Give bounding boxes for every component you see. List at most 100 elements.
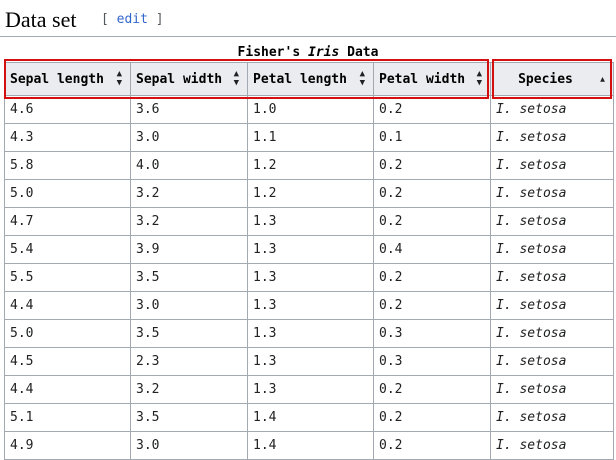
table-row: 5.1 3.5 1.4 0.2 I. setosa — [4, 403, 614, 432]
cell-petal-width: 0.2 — [373, 207, 491, 236]
cell-species: I. setosa — [490, 95, 614, 124]
column-header-sepal-length[interactable]: Sepal length ▲ ▼ — [4, 62, 131, 96]
heading-divider — [0, 36, 616, 37]
cell-petal-width: 0.2 — [373, 151, 491, 180]
cell-petal-length: 1.2 — [247, 151, 374, 180]
table-row: 4.6 3.6 1.0 0.2 I. setosa — [4, 95, 614, 124]
table-row: 5.4 3.9 1.3 0.4 I. setosa — [4, 235, 614, 264]
table-caption: Fisher's Iris Data — [0, 45, 616, 60]
edit-bracket-open: [ — [101, 12, 117, 27]
table-row: 5.0 3.2 1.2 0.2 I. setosa — [4, 179, 614, 208]
cell-sepal-length: 4.4 — [4, 291, 131, 320]
cell-petal-length: 1.0 — [247, 95, 374, 124]
cell-species: I. setosa — [490, 263, 614, 292]
table-row: 4.5 2.3 1.3 0.3 I. setosa — [4, 347, 614, 376]
cell-petal-length: 1.3 — [247, 263, 374, 292]
cell-sepal-width: 3.5 — [130, 319, 248, 348]
cell-sepal-length: 5.5 — [4, 263, 131, 292]
cell-petal-width: 0.2 — [373, 179, 491, 208]
cell-petal-width: 0.4 — [373, 235, 491, 264]
cell-sepal-width: 3.0 — [130, 291, 248, 320]
cell-sepal-width: 3.2 — [130, 179, 248, 208]
cell-petal-length: 1.3 — [247, 291, 374, 320]
cell-sepal-length: 5.0 — [4, 179, 131, 208]
caption-prefix: Fisher's — [237, 45, 308, 60]
cell-species: I. setosa — [490, 375, 614, 404]
table-body: 4.6 3.6 1.0 0.2 I. setosa 4.3 3.0 1.1 0.1 I. seto… — [4, 95, 614, 460]
edit-link[interactable]: edit — [117, 12, 148, 27]
column-header-label: Sepal width — [136, 71, 223, 87]
cell-petal-length: 1.3 — [247, 235, 374, 264]
cell-sepal-length: 5.0 — [4, 319, 131, 348]
cell-sepal-width: 3.6 — [130, 95, 248, 124]
cell-petal-width: 0.2 — [373, 431, 491, 460]
cell-species: I. setosa — [490, 347, 614, 376]
cell-petal-width: 0.2 — [373, 95, 491, 124]
table-row: 5.0 3.5 1.3 0.3 I. setosa — [4, 319, 614, 348]
caption-suffix: Data — [339, 45, 379, 60]
cell-petal-length: 1.3 — [247, 207, 374, 236]
column-header-species[interactable]: Species ▲ — [490, 62, 614, 96]
cell-petal-length: 1.2 — [247, 179, 374, 208]
sort-both-icon: ▲ ▼ — [476, 69, 482, 88]
column-header-label: Sepal length — [10, 71, 104, 87]
cell-species: I. setosa — [490, 235, 614, 264]
cell-petal-width: 0.2 — [373, 263, 491, 292]
cell-species: I. setosa — [490, 179, 614, 208]
cell-petal-length: 1.3 — [247, 375, 374, 404]
cell-petal-width: 0.1 — [373, 123, 491, 152]
cell-sepal-length: 4.6 — [4, 95, 131, 124]
cell-petal-width: 0.2 — [373, 291, 491, 320]
section-heading: Data set — [5, 7, 76, 33]
cell-sepal-length: 4.5 — [4, 347, 131, 376]
table-row: 4.7 3.2 1.3 0.2 I. setosa — [4, 207, 614, 236]
cell-sepal-length: 4.9 — [4, 431, 131, 460]
cell-petal-length: 1.3 — [247, 319, 374, 348]
cell-species: I. setosa — [490, 319, 614, 348]
cell-sepal-width: 3.9 — [130, 235, 248, 264]
column-header-label: Petal width — [379, 71, 466, 87]
cell-sepal-width: 4.0 — [130, 151, 248, 180]
table-row: 4.3 3.0 1.1 0.1 I. setosa — [4, 123, 614, 152]
table-row: 4.4 3.0 1.3 0.2 I. setosa — [4, 291, 614, 320]
column-header-sepal-width[interactable]: Sepal width ▲ ▼ — [130, 62, 248, 96]
cell-species: I. setosa — [490, 151, 614, 180]
column-header-label: Petal length — [253, 71, 347, 87]
cell-sepal-width: 3.0 — [130, 123, 248, 152]
table-row: 4.9 3.0 1.4 0.2 I. setosa — [4, 431, 614, 460]
cell-sepal-length: 5.4 — [4, 235, 131, 264]
cell-sepal-length: 4.3 — [4, 123, 131, 152]
cell-species: I. setosa — [490, 431, 614, 460]
sort-both-icon: ▲ ▼ — [116, 69, 122, 88]
cell-petal-length: 1.4 — [247, 403, 374, 432]
cell-petal-length: 1.4 — [247, 431, 374, 460]
table-header-row: Sepal length ▲ ▼ Sepal width ▲ ▼ Petal len… — [4, 62, 614, 96]
cell-species: I. setosa — [490, 123, 614, 152]
column-header-petal-width[interactable]: Petal width ▲ ▼ — [373, 62, 491, 96]
table-row: 5.8 4.0 1.2 0.2 I. setosa — [4, 151, 614, 180]
cell-petal-length: 1.3 — [247, 347, 374, 376]
cell-petal-width: 0.3 — [373, 347, 491, 376]
cell-sepal-width: 3.5 — [130, 403, 248, 432]
sort-ascending-icon: ▲ — [600, 74, 605, 84]
cell-species: I. setosa — [490, 207, 614, 236]
edit-bracket-close: ] — [147, 12, 164, 27]
cell-petal-length: 1.1 — [247, 123, 374, 152]
column-header-label: Species — [518, 71, 573, 87]
cell-species: I. setosa — [490, 291, 614, 320]
cell-sepal-length: 5.1 — [4, 403, 131, 432]
cell-petal-width: 0.2 — [373, 375, 491, 404]
caption-italic: Iris — [308, 45, 340, 60]
cell-petal-width: 0.3 — [373, 319, 491, 348]
column-header-petal-length[interactable]: Petal length ▲ ▼ — [247, 62, 374, 96]
cell-species: I. setosa — [490, 403, 614, 432]
cell-sepal-length: 4.7 — [4, 207, 131, 236]
iris-data-table: Sepal length ▲ ▼ Sepal width ▲ ▼ Petal len… — [4, 62, 614, 460]
cell-sepal-width: 2.3 — [130, 347, 248, 376]
table-row: 4.4 3.2 1.3 0.2 I. setosa — [4, 375, 614, 404]
cell-sepal-width: 3.5 — [130, 263, 248, 292]
table-row: 5.5 3.5 1.3 0.2 I. setosa — [4, 263, 614, 292]
cell-sepal-length: 4.4 — [4, 375, 131, 404]
edit-section: [ edit ] — [101, 12, 164, 27]
cell-sepal-width: 3.2 — [130, 207, 248, 236]
